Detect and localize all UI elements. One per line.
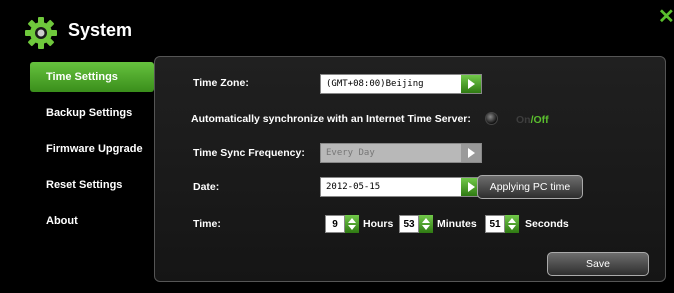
time-zone-label: Time Zone: [193,77,249,89]
seconds-value[interactable]: 51 [485,215,505,233]
minutes-value[interactable]: 53 [399,215,419,233]
dropdown-arrow-icon [461,144,481,162]
auto-sync-radio[interactable] [485,112,498,125]
sidebar-item-firmware-upgrade[interactable]: Firmware Upgrade [30,134,154,164]
time-label: Time: [193,218,221,230]
dropdown-arrow-icon[interactable] [461,75,481,93]
seconds-stepper[interactable]: 51 [485,215,519,233]
down-arrow-icon[interactable] [348,225,356,230]
hours-stepper-arrows[interactable] [345,215,359,233]
minutes-stepper[interactable]: 53 [399,215,433,233]
hours-stepper[interactable]: 9 [325,215,359,233]
hours-value[interactable]: 9 [325,215,345,233]
on-option[interactable]: On [516,114,531,126]
date-field[interactable]: 2012-05-15 [320,177,482,197]
auto-sync-toggle[interactable]: On/Off [516,114,549,126]
sidebar-item-time-settings[interactable]: Time Settings [30,62,154,92]
up-arrow-icon[interactable] [508,218,516,223]
minutes-stepper-arrows[interactable] [419,215,433,233]
time-zone-select[interactable]: (GMT+08:00)Beijing [320,74,482,94]
up-arrow-icon[interactable] [348,218,356,223]
hours-label: Hours [363,218,394,230]
sidebar: Time Settings Backup Settings Firmware U… [30,62,154,242]
down-arrow-icon[interactable] [508,225,516,230]
date-value: 2012-05-15 [326,182,381,192]
save-button[interactable]: Save [547,252,649,276]
seconds-stepper-arrows[interactable] [505,215,519,233]
sync-frequency-label: Time Sync Frequency: [193,147,305,159]
gear-icon [25,17,57,49]
close-icon[interactable]: ✕ [658,6,674,28]
sidebar-item-about[interactable]: About [30,206,154,236]
sidebar-item-backup-settings[interactable]: Backup Settings [30,98,154,128]
down-arrow-icon[interactable] [422,225,430,230]
time-zone-value: (GMT+08:00)Beijing [326,79,424,89]
off-option[interactable]: Off [534,114,549,126]
auto-sync-label: Automatically synchronize with an Intern… [191,113,471,125]
sidebar-item-reset-settings[interactable]: Reset Settings [30,170,154,200]
sync-frequency-select: Every Day [320,143,482,163]
minutes-label: Minutes [437,218,477,230]
sync-frequency-value: Every Day [326,148,375,158]
date-label: Date: [193,181,220,193]
time-settings-panel: Time Zone: (GMT+08:00)Beijing Automatica… [154,56,666,282]
seconds-label: Seconds [525,218,569,230]
apply-pc-time-button[interactable]: Applying PC time [477,175,583,199]
up-arrow-icon[interactable] [422,218,430,223]
page-title: System [68,20,133,40]
